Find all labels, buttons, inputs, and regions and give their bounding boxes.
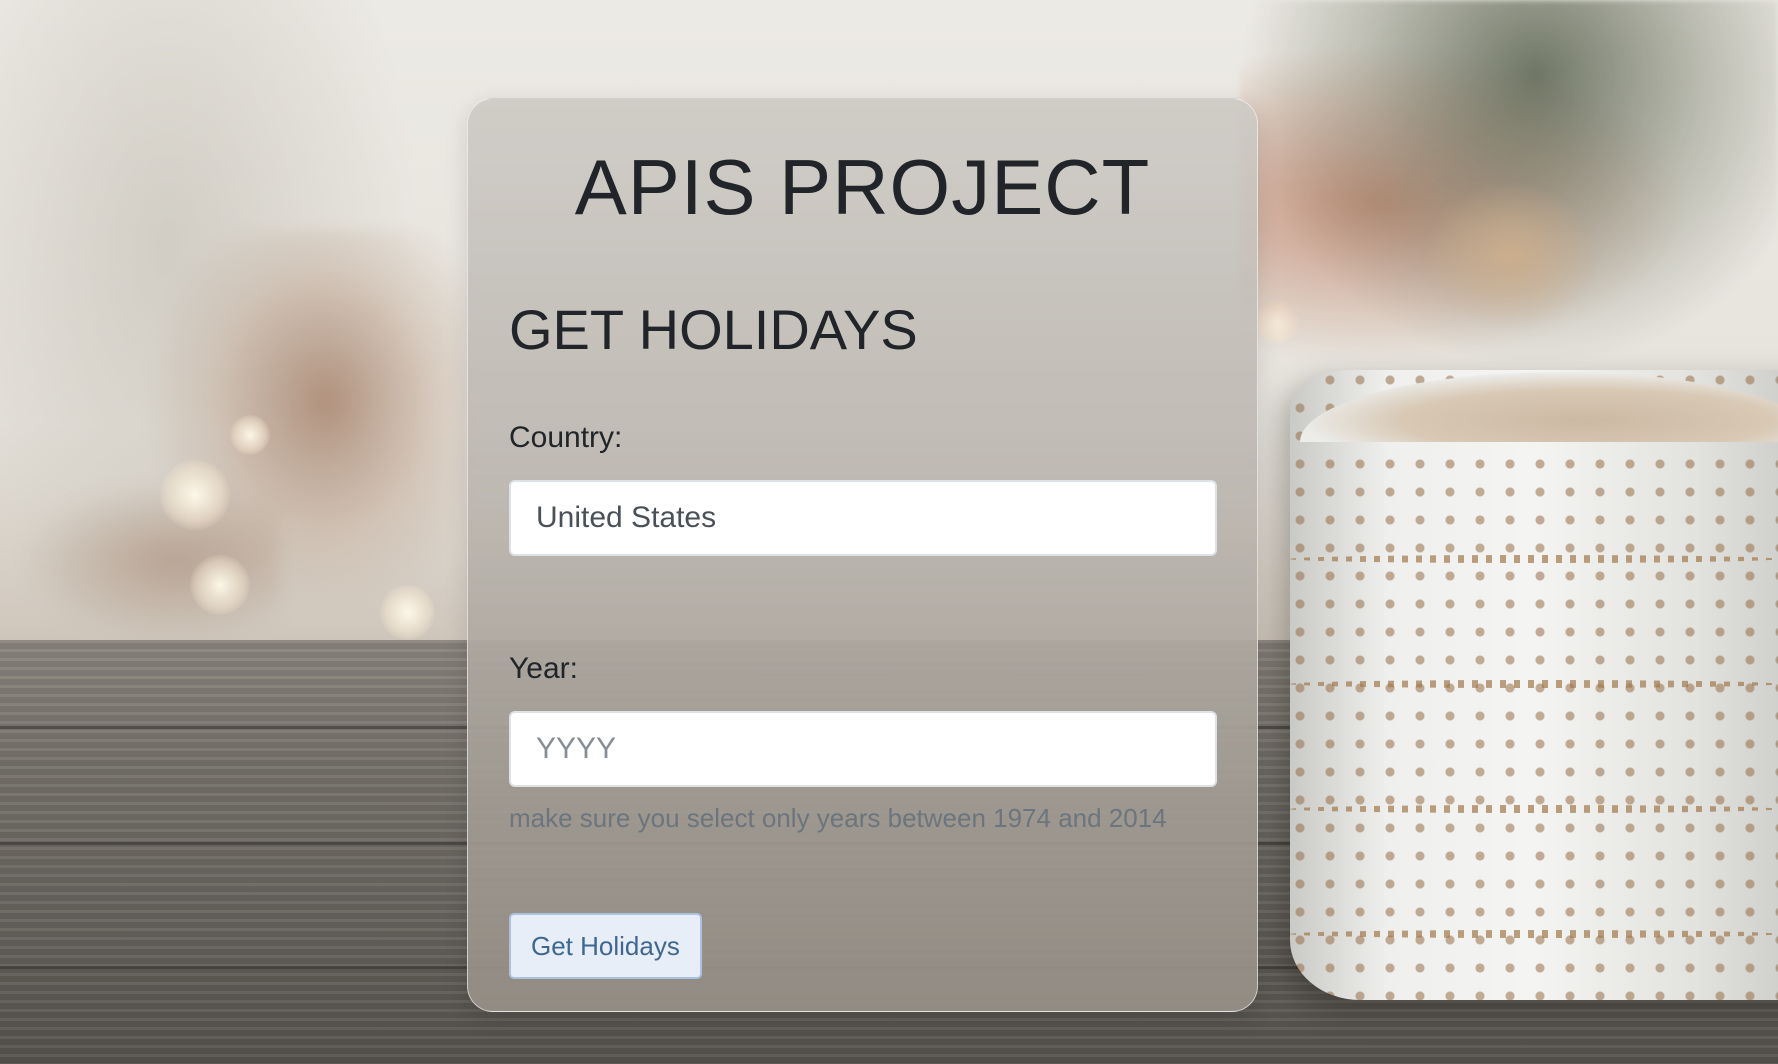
- background-bokeh-light: [380, 585, 435, 640]
- country-input[interactable]: [509, 480, 1217, 556]
- background-bokeh-light: [160, 460, 230, 530]
- holidays-form-card: APIS PROJECT GET HOLIDAYS Country: Year:…: [467, 98, 1258, 1012]
- year-label: Year:: [509, 652, 578, 685]
- background-mug-pattern: [1290, 805, 1778, 813]
- background-mug-pattern: [1290, 930, 1778, 938]
- background-bokeh-light: [230, 415, 270, 455]
- background-mug-pattern: [1290, 680, 1778, 688]
- country-label: Country:: [509, 421, 623, 454]
- year-help-text: make sure you select only years between …: [509, 803, 1167, 833]
- get-holidays-button[interactable]: Get Holidays: [509, 913, 702, 979]
- year-input[interactable]: [509, 711, 1217, 787]
- background-pinecone-small: [20, 480, 280, 640]
- page-background: APIS PROJECT GET HOLIDAYS Country: Year:…: [0, 0, 1778, 1064]
- background-bokeh-light: [190, 555, 250, 615]
- background-mug-pattern: [1290, 555, 1778, 563]
- form-heading: GET HOLIDAYS: [509, 298, 918, 361]
- app-title: APIS PROJECT: [574, 143, 1151, 231]
- background-wooden-star: [1420, 180, 1600, 330]
